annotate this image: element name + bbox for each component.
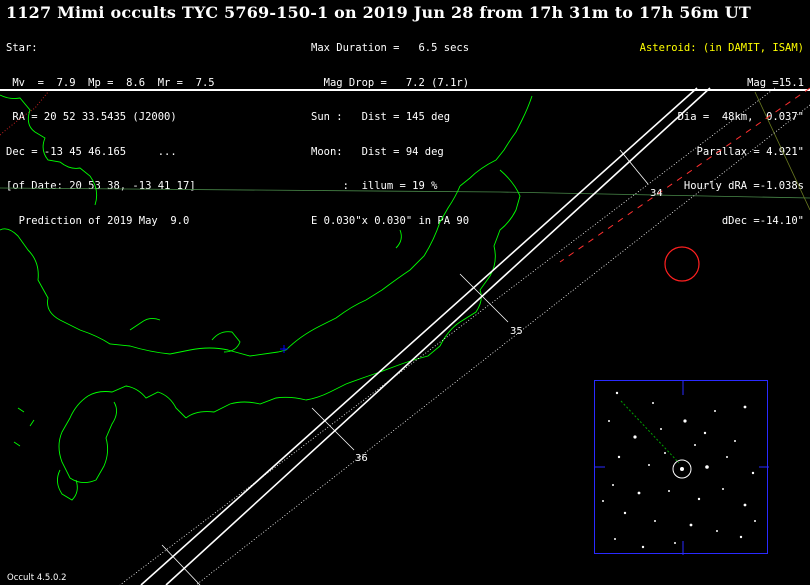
longitude-line [754,91,810,211]
software-version: Occult 4.5.0.2 [7,573,67,583]
substellar-point-circle [664,246,700,282]
asteroid-track [620,400,680,464]
time-tick-label: 36 [355,453,368,464]
star-chart-inset[interactable] [594,380,769,555]
latitude-line [0,187,810,199]
time-tick-label: 34 [650,188,663,199]
star-field [595,381,769,555]
error-limit-line [559,87,810,263]
coastline [0,94,533,501]
map-boundary-line [0,91,49,136]
target-star [680,467,684,471]
city-marker [280,345,288,353]
time-tick-label: 35 [510,326,523,337]
field-stars [602,391,756,549]
